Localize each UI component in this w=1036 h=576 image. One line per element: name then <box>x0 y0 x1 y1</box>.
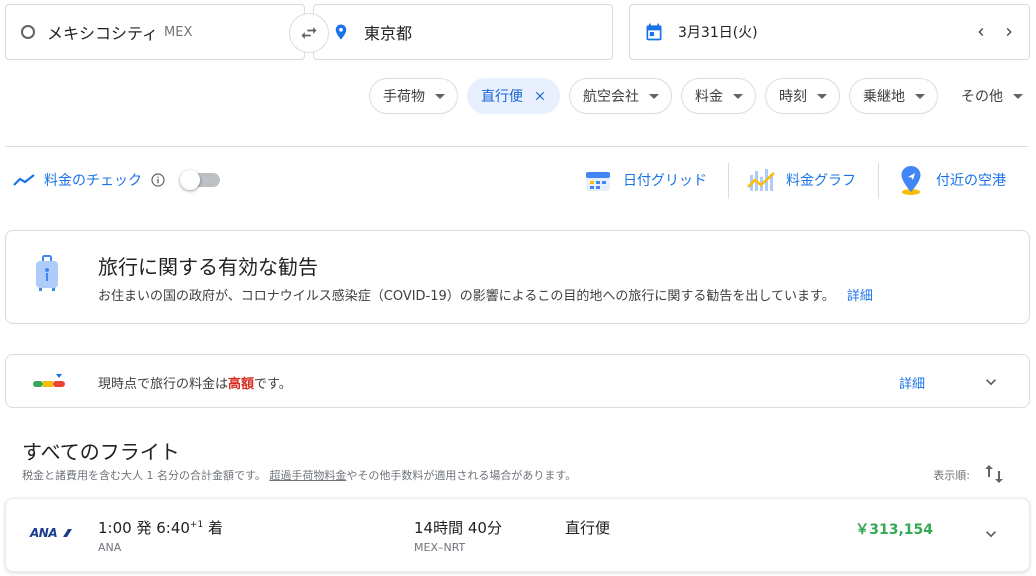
price-level-indicator-icon <box>33 374 65 387</box>
dropdown-caret-icon <box>649 93 659 99</box>
bag-fees-link[interactable]: 超過手荷物料金 <box>269 469 346 482</box>
sort-label: 表示順: <box>933 469 970 482</box>
results-subtitle-suffix: やその他手数料が適用される場合があります。 <box>346 469 577 482</box>
airline-logo: ANA <box>30 526 73 540</box>
price-graph-label: 料金グラフ <box>786 173 856 189</box>
advisory-details-link[interactable]: 詳細 <box>847 289 873 304</box>
sort-icon[interactable] <box>984 463 1004 485</box>
results-subtitle: 税金と諸費用を含む大人 1 名分の合計金額です。 超過手荷物料金やその他手数料が… <box>22 467 576 483</box>
nearby-airports-button[interactable]: 付近の空港 <box>896 162 1006 198</box>
luggage-icon <box>36 255 58 291</box>
tool-separator <box>728 163 729 199</box>
filter-label: 直行便 <box>481 89 523 105</box>
origin-circle-icon <box>21 25 35 39</box>
filter-label: 乗継地 <box>863 89 905 105</box>
chevron-down-icon[interactable] <box>981 372 1001 392</box>
filter-label: 料金 <box>695 89 723 105</box>
date-grid-icon <box>586 172 610 191</box>
dropdown-caret-icon <box>733 93 743 99</box>
close-icon[interactable] <box>533 89 547 103</box>
price-insight-card[interactable]: 現時点で旅行の料金は高額です。 詳細 <box>5 354 1030 408</box>
filter-label: 手荷物 <box>383 89 425 105</box>
location-pin-icon <box>335 24 347 40</box>
dropdown-caret-icon <box>1013 93 1023 99</box>
price-level: 高額 <box>228 377 255 392</box>
filter-more[interactable]: その他 <box>947 78 1028 114</box>
chevron-left-icon[interactable] <box>973 24 989 40</box>
price-insight-suffix: です。 <box>254 377 292 392</box>
flight-depart-arrive: 1:00 発 6:40 <box>98 519 190 537</box>
filter-connecting-airports[interactable]: 乗継地 <box>849 78 938 114</box>
tools-row: 料金のチェック 日付グリッド 料金グラフ 付近の空港 <box>0 160 1036 200</box>
filter-airlines[interactable]: 航空会社 <box>569 78 672 114</box>
date-nav <box>973 24 1017 40</box>
ana-wing-icon <box>63 529 73 537</box>
trend-line-icon <box>13 174 35 186</box>
track-prices-toggle[interactable] <box>180 170 220 190</box>
filter-price[interactable]: 料金 <box>681 78 756 114</box>
airline-name: ANA <box>98 541 122 554</box>
travel-advisory-card: 旅行に関する有効な勧告 お住まいの国の政府が、コロナウイルス感染症（COVID-… <box>5 230 1030 324</box>
price-insight-text: 現時点で旅行の料金は高額です。 <box>98 373 292 392</box>
advisory-text: お住まいの国の政府が、コロナウイルス感染症（COVID-19）の影響によるこの目… <box>98 289 835 304</box>
swap-button[interactable] <box>289 13 329 53</box>
filter-label: 航空会社 <box>583 89 639 105</box>
filter-nonstop[interactable]: 直行便 <box>467 78 560 114</box>
search-bar: メキシコシティ MEX 東京都 3月31日(火) <box>5 4 1030 60</box>
date-grid-button[interactable]: 日付グリッド <box>583 162 707 198</box>
destination-field[interactable]: 東京都 <box>313 4 613 60</box>
date-field[interactable]: 3月31日(火) <box>629 4 1030 60</box>
flight-price: ￥313,154 <box>855 522 933 538</box>
toggle-knob <box>180 170 200 190</box>
nearby-airports-label: 付近の空港 <box>936 173 1006 189</box>
filter-label: 時刻 <box>779 89 807 105</box>
price-graph-icon <box>747 169 775 191</box>
day-offset: +1 <box>189 520 204 530</box>
origin-field[interactable]: メキシコシティ MEX <box>5 4 305 60</box>
dropdown-caret-icon <box>915 93 925 99</box>
filter-bar: 手荷物 直行便 航空会社 料金 時刻 乗継地 その他 <box>369 78 1028 114</box>
price-insight-details-link[interactable]: 詳細 <box>899 373 925 392</box>
departure-date: 3月31日(火) <box>678 25 758 41</box>
destination-city: 東京都 <box>364 24 413 43</box>
origin-code: MEX <box>164 24 193 40</box>
flight-result-row[interactable]: ANA 1:00 発 6:40+1 着 ANA 14時間 40分 MEX–NRT… <box>5 498 1030 572</box>
flight-route: MEX–NRT <box>414 541 466 554</box>
track-prices[interactable]: 料金のチェック <box>12 170 166 190</box>
chevron-down-icon[interactable] <box>981 524 1001 544</box>
results-title: すべてのフライト <box>22 440 180 464</box>
advisory-body: お住まいの国の政府が、コロナウイルス感染症（COVID-19）の影響によるこの目… <box>98 285 873 304</box>
arrive-suffix: 着 <box>203 519 223 537</box>
nearby-airports-icon <box>901 166 921 195</box>
date-grid-label: 日付グリッド <box>623 173 707 189</box>
swap-arrows-icon <box>301 27 317 39</box>
divider <box>5 146 1028 147</box>
filter-label: その他 <box>961 89 1003 105</box>
price-insight-prefix: 現時点で旅行の料金は <box>98 377 229 392</box>
track-prices-label: 料金のチェック <box>44 173 142 189</box>
airline-logo-text: ANA <box>30 526 58 540</box>
dropdown-caret-icon <box>817 93 827 99</box>
flight-stops: 直行便 <box>565 519 611 537</box>
origin-city: メキシコシティ <box>47 24 159 43</box>
filter-times[interactable]: 時刻 <box>765 78 840 114</box>
tool-separator <box>878 163 879 199</box>
flight-times: 1:00 発 6:40+1 着 <box>98 517 223 538</box>
dropdown-caret-icon <box>435 93 445 99</box>
filter-bags[interactable]: 手荷物 <box>369 78 458 114</box>
results-subtitle-prefix: 税金と諸費用を含む大人 1 名分の合計金額です。 <box>22 469 266 482</box>
flight-duration: 14時間 40分 <box>414 519 502 537</box>
chevron-right-icon[interactable] <box>1001 24 1017 40</box>
info-icon[interactable] <box>150 172 166 188</box>
calendar-icon <box>646 23 662 41</box>
advisory-title: 旅行に関する有効な勧告 <box>98 255 318 279</box>
price-graph-button[interactable]: 料金グラフ <box>746 162 856 198</box>
